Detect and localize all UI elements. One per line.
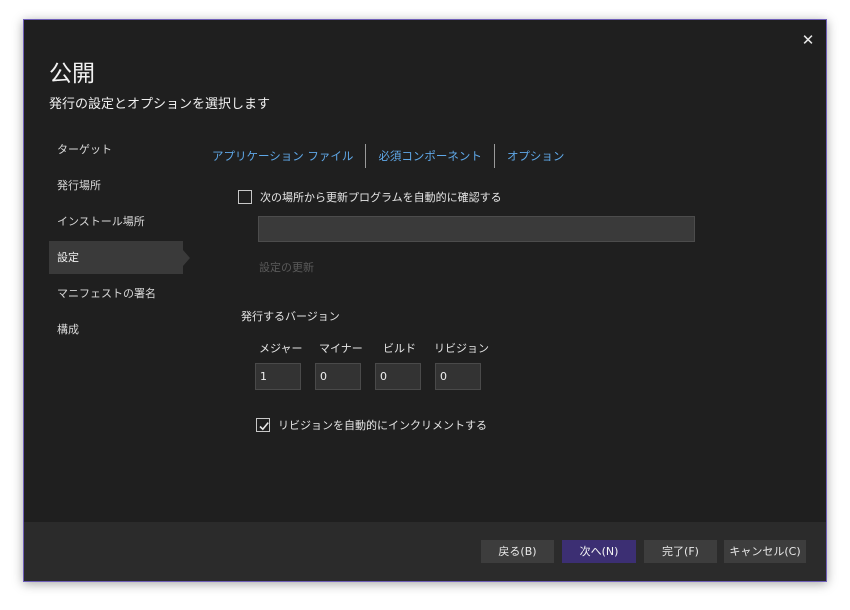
next-button[interactable]: 次へ(N) <box>562 540 636 563</box>
publish-version-label: 発行するバージョン <box>241 310 340 323</box>
publish-dialog: ✕ 公開 発行の設定とオプションを選択します ターゲット 発行場所 インストール… <box>23 19 827 582</box>
minor-version-input[interactable] <box>315 363 361 390</box>
major-label: メジャー <box>259 342 303 355</box>
settings-tabs: アプリケーション ファイル 必須コンポーネント オプション <box>212 144 576 168</box>
build-label: ビルド <box>383 342 416 355</box>
sidebar-item-configuration[interactable]: 構成 <box>49 313 183 346</box>
close-icon[interactable]: ✕ <box>798 30 818 50</box>
auto-increment-checkbox[interactable] <box>256 418 270 432</box>
sidebar-item-install-location[interactable]: インストール場所 <box>49 205 183 238</box>
dialog-title: 公開 <box>49 61 95 87</box>
checkmark-icon <box>259 422 269 431</box>
tab-application-files[interactable]: アプリケーション ファイル <box>212 144 365 168</box>
sidebar-item-target[interactable]: ターゲット <box>49 133 183 166</box>
tab-prerequisites[interactable]: 必須コンポーネント <box>365 144 494 168</box>
auto-check-updates-checkbox[interactable] <box>238 190 252 204</box>
sidebar-nav: ターゲット 発行場所 インストール場所 設定 マニフェストの署名 構成 <box>49 133 199 349</box>
revision-label: リビジョン <box>434 342 489 355</box>
finish-button[interactable]: 完了(F) <box>644 540 717 563</box>
update-location-input[interactable] <box>258 216 695 242</box>
minor-label: マイナー <box>319 342 363 355</box>
auto-increment-label: リビジョンを自動的にインクリメントする <box>278 419 487 432</box>
auto-increment-row: リビジョンを自動的にインクリメントする <box>256 417 487 433</box>
tab-options[interactable]: オプション <box>493 144 577 168</box>
auto-check-row: 次の場所から更新プログラムを自動的に確認する <box>238 189 502 205</box>
sidebar-item-sign-manifests[interactable]: マニフェストの署名 <box>49 277 183 310</box>
revision-version-input[interactable] <box>435 363 481 390</box>
cancel-button[interactable]: キャンセル(C) <box>724 540 806 563</box>
back-button[interactable]: 戻る(B) <box>481 540 554 563</box>
auto-check-updates-label: 次の場所から更新プログラムを自動的に確認する <box>260 191 502 204</box>
major-version-input[interactable] <box>255 363 301 390</box>
dialog-footer: 戻る(B) 次へ(N) 完了(F) キャンセル(C) <box>24 522 826 581</box>
sidebar-item-publish-location[interactable]: 発行場所 <box>49 169 183 202</box>
sidebar-item-settings[interactable]: 設定 <box>49 241 190 274</box>
build-version-input[interactable] <box>375 363 421 390</box>
update-settings-button[interactable]: 設定の更新 <box>259 259 314 275</box>
dialog-subtitle: 発行の設定とオプションを選択します <box>49 97 271 112</box>
